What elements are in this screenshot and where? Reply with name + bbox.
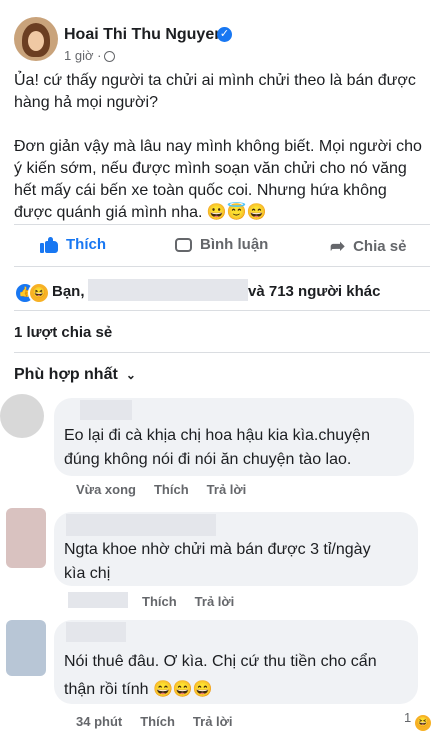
divider [14,310,430,311]
comment-like-button[interactable]: Thích [140,714,175,729]
post-paragraph: Ủa! cứ thấy người ta chửi ai mình chửi t… [14,72,416,111]
comment-reaction-count[interactable]: 1 😆 [404,710,431,731]
comment-sort-dropdown[interactable]: Phù hợp nhất ⌄ [14,366,136,384]
share-count[interactable]: 1 lượt chia sẻ [14,324,112,341]
like-button[interactable]: Thích [40,236,106,253]
comment-bubble: Ngta khoe nhờ chửi mà bán được 3 tỉ/ngày… [54,512,418,586]
post-paragraph: Đơn giản vậy mà lâu nay mình không biết.… [14,138,422,221]
comment-bubble: Eo lại đi cà khịa chị hoa hậu kia kìa.ch… [54,398,414,476]
reactors-prefix[interactable]: Bạn, [52,283,85,300]
comment-actions: Vừa xong Thích Trả lời [76,482,264,497]
share-label: Chia sẻ [353,238,407,255]
reactors-count[interactable]: và 713 người khác [248,283,380,300]
comment-reply-button[interactable]: Trả lời [195,594,235,609]
comment-bubble-icon [175,237,192,252]
haha-reaction-icon: 😆 [28,282,50,304]
redacted-names [88,279,248,301]
share-button[interactable]: ➦ Chia sẻ [330,236,406,257]
comment-time[interactable]: 34 phút [76,714,122,729]
comment-text: Ngta khoe nhờ chửi mà bán được 3 tỉ/ngày… [64,541,371,582]
redacted-commenter-name [66,514,216,536]
chevron-down-icon: ⌄ [125,368,136,382]
commenter-avatar[interactable] [0,394,44,438]
comment-bubble: Nói thuê đâu. Ơ kìa. Chị cứ thu tiền cho… [54,620,418,704]
post-text: Ủa! cứ thấy người ta chửi ai mình chửi t… [14,70,426,246]
comment-reply-button[interactable]: Trả lời [207,482,247,497]
share-arrow-icon: ➦ [330,236,346,256]
thumbs-up-icon [40,236,58,253]
author-avatar[interactable] [14,17,58,61]
divider [14,266,430,267]
comment-like-button[interactable]: Thích [154,482,189,497]
avatar-face [28,31,44,51]
comment-actions: 34 phút Thích Trả lời [76,714,251,729]
comment-text: Nói thuê đâu. Ơ kìa. Chị cứ thu tiền cho… [64,653,377,698]
comment-actions: Thích Trả lời [142,594,252,609]
redacted-comment-time [68,592,128,608]
comment-label: Bình luận [200,236,269,253]
divider [14,352,430,353]
redacted-commenter-name [80,400,132,420]
comment-reply-button[interactable]: Trả lời [193,714,233,729]
commenter-avatar[interactable] [6,620,46,676]
comment-text: Eo lại đi cà khịa chị hoa hậu kia kìa.ch… [64,427,370,468]
redacted-commenter-name [66,622,126,642]
like-label: Thích [66,236,106,253]
comment-button[interactable]: Bình luận [175,236,268,253]
haha-reaction-icon: 😆 [414,715,431,731]
globe-icon [104,51,116,62]
divider [14,224,430,225]
post-meta: 1 giờ · [64,48,116,63]
comment-like-button[interactable]: Thích [142,594,177,609]
verified-badge-icon: ✓ [217,27,232,42]
comment-time[interactable]: Vừa xong [76,482,136,497]
sort-label: Phù hợp nhất [14,366,118,383]
reaction-count: 1 [404,710,412,725]
post-time[interactable]: 1 giờ · [64,48,101,63]
author-name[interactable]: Hoai Thi Thu Nguyen [64,26,224,44]
commenter-avatar[interactable] [6,508,46,568]
